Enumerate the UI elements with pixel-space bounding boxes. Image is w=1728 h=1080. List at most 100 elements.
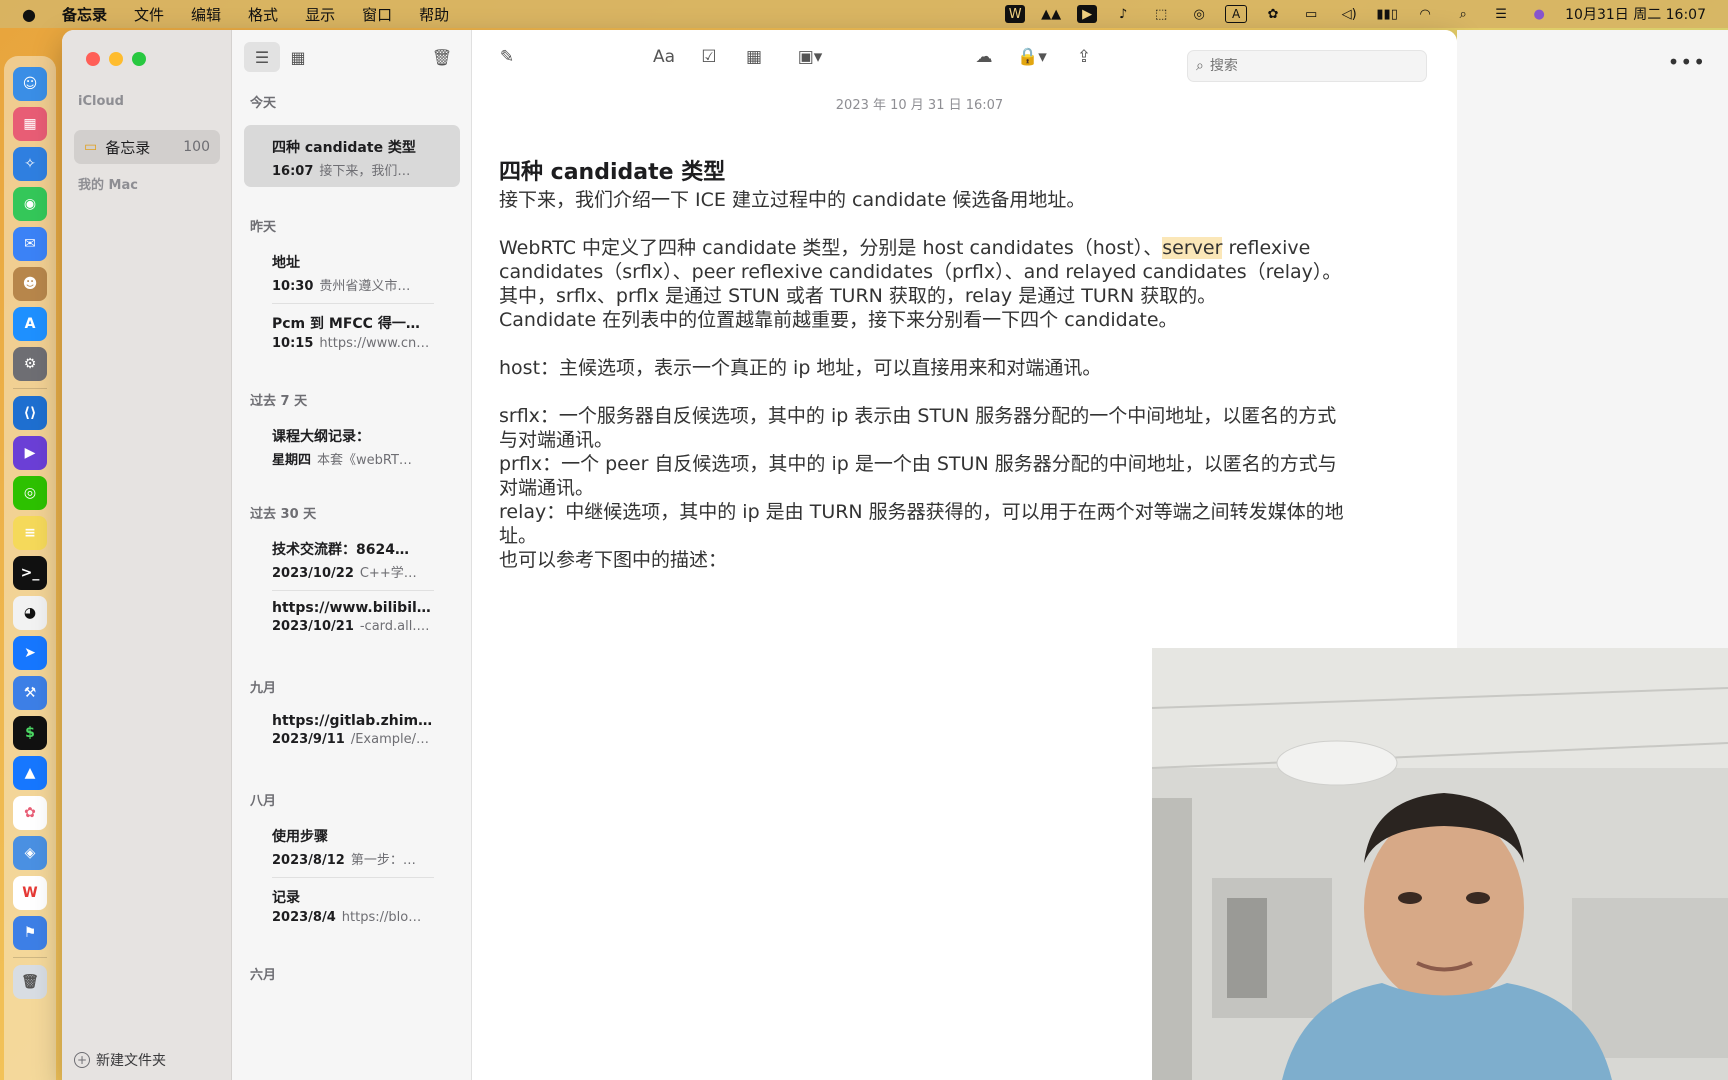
wps-icon[interactable]: W	[13, 876, 47, 910]
menu-edit[interactable]: 编辑	[191, 4, 221, 25]
note-item[interactable]: 技术交流群：8624… 2023/10/22 C++学…	[244, 527, 460, 591]
contacts-icon[interactable]: ☻	[13, 267, 47, 301]
wifi-icon[interactable]: ◠	[1413, 5, 1437, 23]
siri-icon[interactable]: ●	[1527, 5, 1551, 23]
notes-app-icon[interactable]: ≡	[13, 516, 47, 550]
app-store-icon[interactable]: A	[13, 307, 47, 341]
minimize-window-button[interactable]	[109, 52, 123, 66]
list-view-icon[interactable]: ☰	[244, 42, 280, 72]
search-input[interactable]	[1209, 58, 1400, 74]
compose-icon[interactable]: ✎	[492, 42, 522, 72]
note-paragraph: Candidate 在列表中的位置越靠前越重要，接下来分别看一下四个 candi…	[499, 309, 1178, 331]
feishu-icon[interactable]: ➤	[13, 636, 47, 670]
zoom-window-button[interactable]	[132, 52, 146, 66]
note-item[interactable]: 记录 2023/8/4 https://blo…	[244, 875, 460, 937]
wechat-icon[interactable]: ◎	[13, 476, 47, 510]
menu-format[interactable]: 格式	[248, 4, 278, 25]
folder-item-notes[interactable]: ▭ 备忘录 100	[74, 130, 220, 164]
cloud-status-icon[interactable]: ▲▲	[1039, 5, 1063, 23]
note-item[interactable]: https://gitlab.zhim… 2023/9/11/Example/…	[244, 701, 460, 763]
mac-section-label: 我的 Mac	[78, 178, 138, 193]
note-paragraph: WebRTC 中定义了四种 candidate 类型，分别是 host cand…	[499, 236, 1349, 284]
note-preview: 贵州省遵义市…	[319, 279, 411, 294]
note-body[interactable]: 四种 candidate 类型 接下来，我们介绍一下 ICE 建立过程中的 ca…	[499, 158, 1349, 572]
battery-icon[interactable]: ▮▮▯	[1375, 5, 1399, 23]
spotlight-search-icon[interactable]: ⌕	[1451, 5, 1475, 23]
photos-icon[interactable]: ✿	[13, 796, 47, 830]
menu-clock[interactable]: 10月31日 周二 16:07	[1565, 4, 1706, 24]
note-date: 2023/8/4	[272, 910, 336, 925]
safari-icon[interactable]: ✧	[13, 147, 47, 181]
iterm-icon[interactable]: $	[13, 716, 47, 750]
group-today: 今天	[250, 96, 277, 111]
note-date: 2023/9/11	[272, 732, 345, 747]
note-item[interactable]: 课程大纲记录： 星期四 本套《webRT…	[244, 414, 460, 476]
menu-help[interactable]: 帮助	[419, 4, 449, 25]
table-icon[interactable]: ▦	[737, 42, 771, 72]
instruments-icon[interactable]: ⚑	[13, 916, 47, 950]
note-heading: 四种 candidate 类型	[499, 160, 726, 185]
messages-icon[interactable]: ◉	[13, 187, 47, 221]
webcam-overlay	[1152, 648, 1728, 1080]
control-center-icon[interactable]: ☰	[1489, 5, 1513, 23]
note-item[interactable]: Pcm 到 MFCC 得一… 10:15 https://www.cn…	[244, 301, 460, 363]
new-folder-button[interactable]: + 新建文件夹	[74, 1050, 166, 1070]
menu-window[interactable]: 窗口	[362, 4, 392, 25]
finder-icon[interactable]: ☺	[13, 67, 47, 101]
search-field[interactable]: ⌕	[1187, 50, 1427, 82]
screenshot-status-icon[interactable]: ⬚	[1149, 5, 1173, 23]
volume-icon[interactable]: ◁)	[1337, 5, 1361, 23]
maps-icon[interactable]: ◈	[13, 836, 47, 870]
note-paragraph: relay：中继候选项，其中的 ip 是由 TURN 服务器获得的，可以用于在两…	[499, 501, 1344, 547]
media-icon[interactable]: ▣▾	[787, 42, 833, 72]
note-title: https://www.bilibil…	[272, 600, 431, 616]
note-paragraph: 其中，srflx、prflx 是通过 STUN 或者 TURN 获取的，rela…	[499, 285, 1217, 307]
note-paragraph: 接下来，我们介绍一下 ICE 建立过程中的 candidate 候选备用地址。	[499, 189, 1086, 211]
share-icon[interactable]: ⇪	[1067, 42, 1101, 72]
bell-status-icon[interactable]: ♪	[1111, 5, 1135, 23]
note-item[interactable]: 使用步骤 2023/8/12 第一步：…	[244, 814, 460, 878]
play-status-icon[interactable]: ▶	[1077, 5, 1098, 23]
note-item[interactable]: 四种 candidate 类型 16:07 接下来，我们…	[244, 125, 460, 187]
note-title: 地址	[272, 255, 300, 271]
group-september: 九月	[250, 681, 277, 696]
lock-icon[interactable]: 🔒▾	[1012, 42, 1052, 72]
close-window-button[interactable]	[86, 52, 100, 66]
note-item[interactable]: 地址 10:30 贵州省遵义市…	[244, 240, 460, 304]
display-status-icon[interactable]: ▭	[1299, 5, 1323, 23]
input-method-icon[interactable]: A	[1225, 5, 1248, 23]
note-date: 16:07	[272, 164, 314, 179]
note-title: 使用步骤	[272, 829, 328, 845]
mail-icon[interactable]: ✉	[13, 227, 47, 261]
terminal-icon[interactable]: >_	[13, 556, 47, 590]
apple-menu-icon[interactable]: ●	[22, 5, 44, 24]
menu-file[interactable]: 文件	[134, 4, 164, 25]
more-options-icon[interactable]: •••	[1668, 50, 1706, 74]
dock-separator	[13, 388, 47, 389]
checklist-icon[interactable]: ☑	[692, 42, 726, 72]
video-app-icon[interactable]: ▶	[13, 436, 47, 470]
note-item[interactable]: https://www.bilibil… 2023/10/21 -card.all…	[244, 588, 460, 650]
folder-count: 100	[183, 139, 210, 155]
menu-app-name[interactable]: 备忘录	[62, 4, 107, 25]
qq-icon[interactable]: ◕	[13, 596, 47, 630]
plus-circle-icon: +	[74, 1052, 90, 1068]
wechat-status-icon[interactable]: ◎	[1187, 5, 1211, 23]
note-list: ☰ ▦ 🗑 今天 四种 candidate 类型 16:07 接下来，我们… 昨天…	[232, 30, 472, 1080]
delete-note-icon[interactable]: 🗑	[424, 42, 460, 72]
trash-icon[interactable]: 🗑	[13, 965, 47, 999]
status-area: W ▲▲ ▶ ♪ ⬚ ◎ A ✿ ▭ ◁) ▮▮▯ ◠ ⌕ ☰ ● 10月31日…	[1005, 4, 1728, 24]
lark-icon[interactable]: ▲	[13, 756, 47, 790]
folder-name: 备忘录	[105, 138, 151, 157]
format-button[interactable]: Aa	[647, 42, 681, 72]
vscode-icon[interactable]: ⟨⟩	[13, 396, 47, 430]
system-settings-icon[interactable]: ⚙	[13, 347, 47, 381]
gallery-view-icon[interactable]: ▦	[280, 42, 316, 72]
wps-status-icon[interactable]: W	[1005, 5, 1026, 23]
collaborate-icon[interactable]: ☁	[967, 42, 1001, 72]
menu-view[interactable]: 显示	[305, 4, 335, 25]
launchpad-icon[interactable]: ▦	[13, 107, 47, 141]
app-status-icon[interactable]: ✿	[1261, 5, 1285, 23]
xcode-icon[interactable]: ⚒	[13, 676, 47, 710]
note-preview: -card.all.…	[359, 619, 430, 634]
